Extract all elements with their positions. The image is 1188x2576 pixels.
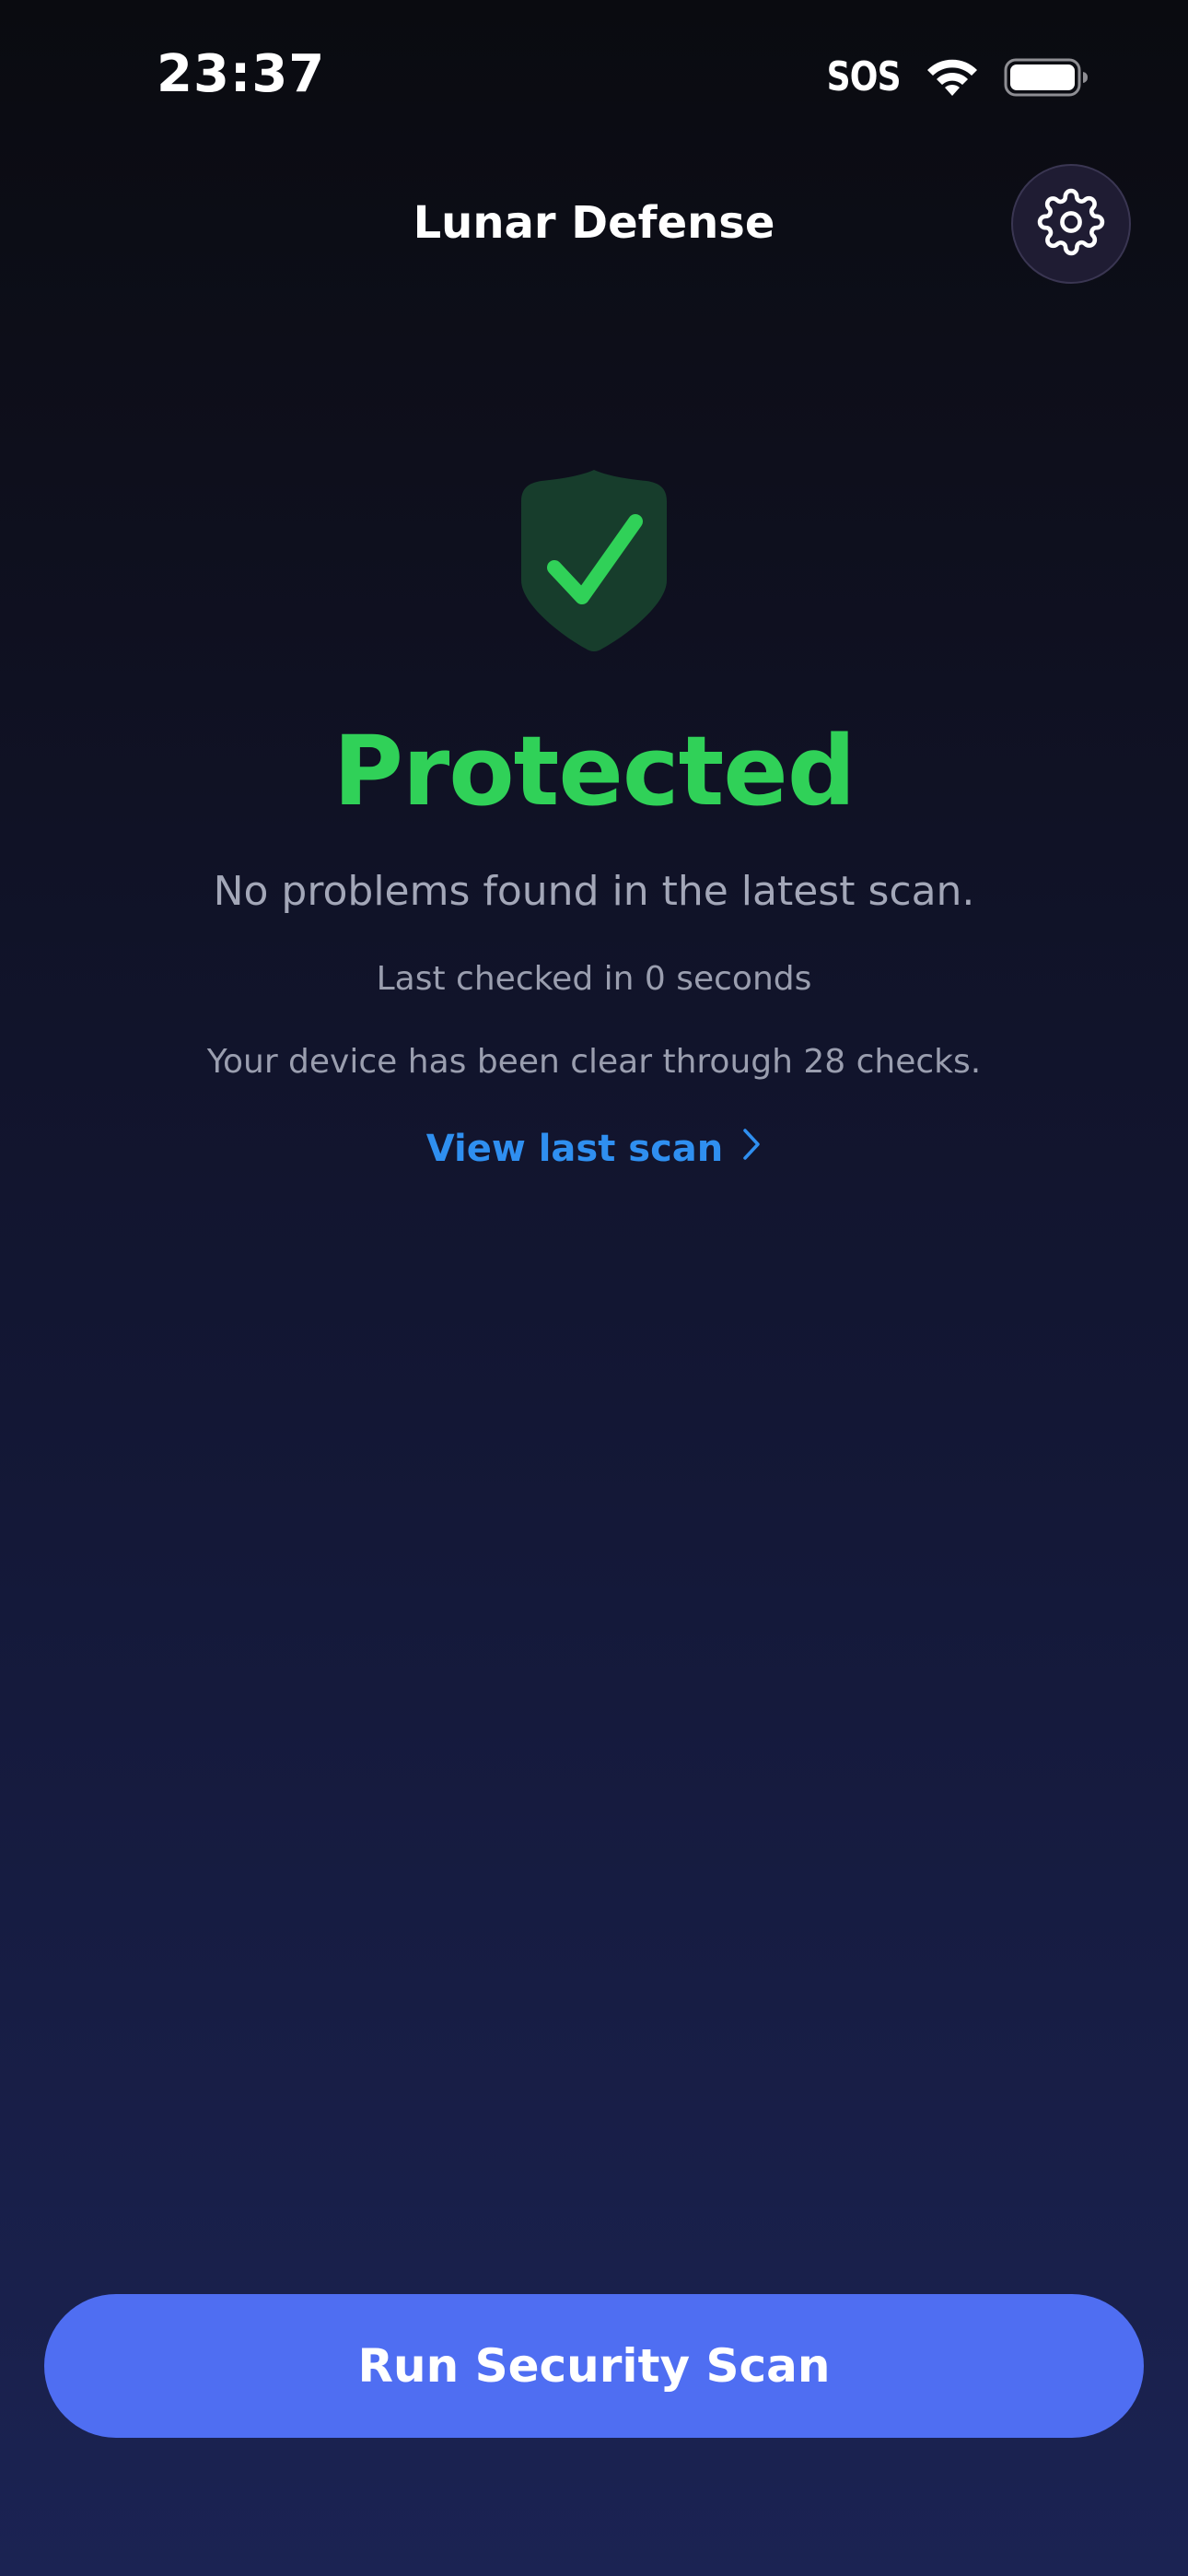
run-security-scan-button[interactable]: Run Security Scan	[44, 2294, 1144, 2438]
shield-check-icon	[518, 466, 670, 654]
page-title: Lunar Defense	[413, 197, 775, 249]
clear-checks-text: Your device has been clear through 28 ch…	[206, 1043, 982, 1081]
chevron-right-icon	[741, 1128, 762, 1170]
protection-status-title: Protected	[332, 715, 856, 827]
last-checked-text: Last checked in 0 seconds	[376, 960, 812, 998]
status-bar: 23:37 SOS	[0, 0, 1188, 157]
status-indicators: SOS	[810, 53, 1089, 100]
gear-icon	[1037, 188, 1105, 261]
status-time: 23:37	[157, 44, 326, 104]
view-last-scan-label: View last scan	[425, 1128, 724, 1170]
sos-indicator: SOS	[826, 53, 902, 100]
app-screen: 23:37 SOS Lunar Defense Protected No pro…	[0, 0, 1188, 2576]
battery-full-icon	[1004, 57, 1089, 98]
status-subtitle: No problems found in the latest scan.	[213, 868, 975, 915]
view-last-scan-link[interactable]: View last scan	[0, 1128, 1188, 1170]
settings-button[interactable]	[1011, 164, 1131, 284]
wifi-icon	[925, 57, 980, 98]
